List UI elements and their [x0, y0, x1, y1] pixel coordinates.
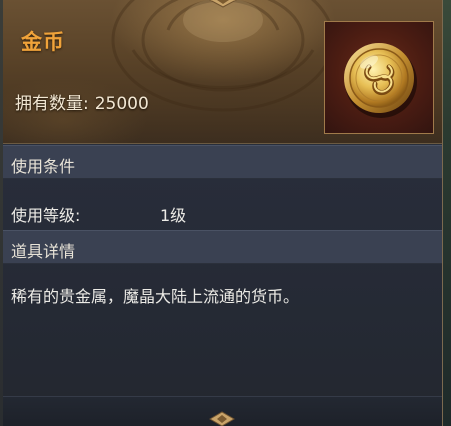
item-details-header: 道具详情: [3, 230, 442, 264]
backdrop-right-edge: [443, 0, 451, 426]
top-jewel-ornament: [208, 0, 238, 8]
gold-coin-icon: [344, 43, 417, 118]
item-icon-frame: [324, 21, 434, 134]
item-tooltip-panel: 金币 拥有数量: 25000 使用条件 使用等级: 1级 道具详情 稀有的贵金属…: [3, 0, 443, 426]
item-name: 金币: [21, 30, 65, 54]
owned-quantity: 拥有数量: 25000: [15, 89, 149, 114]
owned-quantity-label: 拥有数量:: [15, 94, 89, 114]
usage-level-value: 1级: [160, 206, 187, 225]
bottom-jewel-ornament: [209, 411, 235, 426]
usage-conditions-header: 使用条件: [3, 145, 442, 179]
tooltip-stage: 金币 拥有数量: 25000 使用条件 使用等级: 1级 道具详情 稀有的贵金属…: [0, 0, 451, 426]
usage-conditions-title: 使用条件: [11, 157, 76, 176]
item-description: 稀有的贵金属，魔晶大陆上流通的货币。: [11, 287, 300, 306]
usage-level-label: 使用等级:: [11, 206, 81, 225]
item-header: 金币 拥有数量: 25000: [3, 0, 442, 144]
item-details-title: 道具详情: [11, 242, 76, 261]
usage-level-row: 使用等级: 1级: [3, 180, 442, 229]
owned-quantity-value: 25000: [94, 94, 149, 114]
